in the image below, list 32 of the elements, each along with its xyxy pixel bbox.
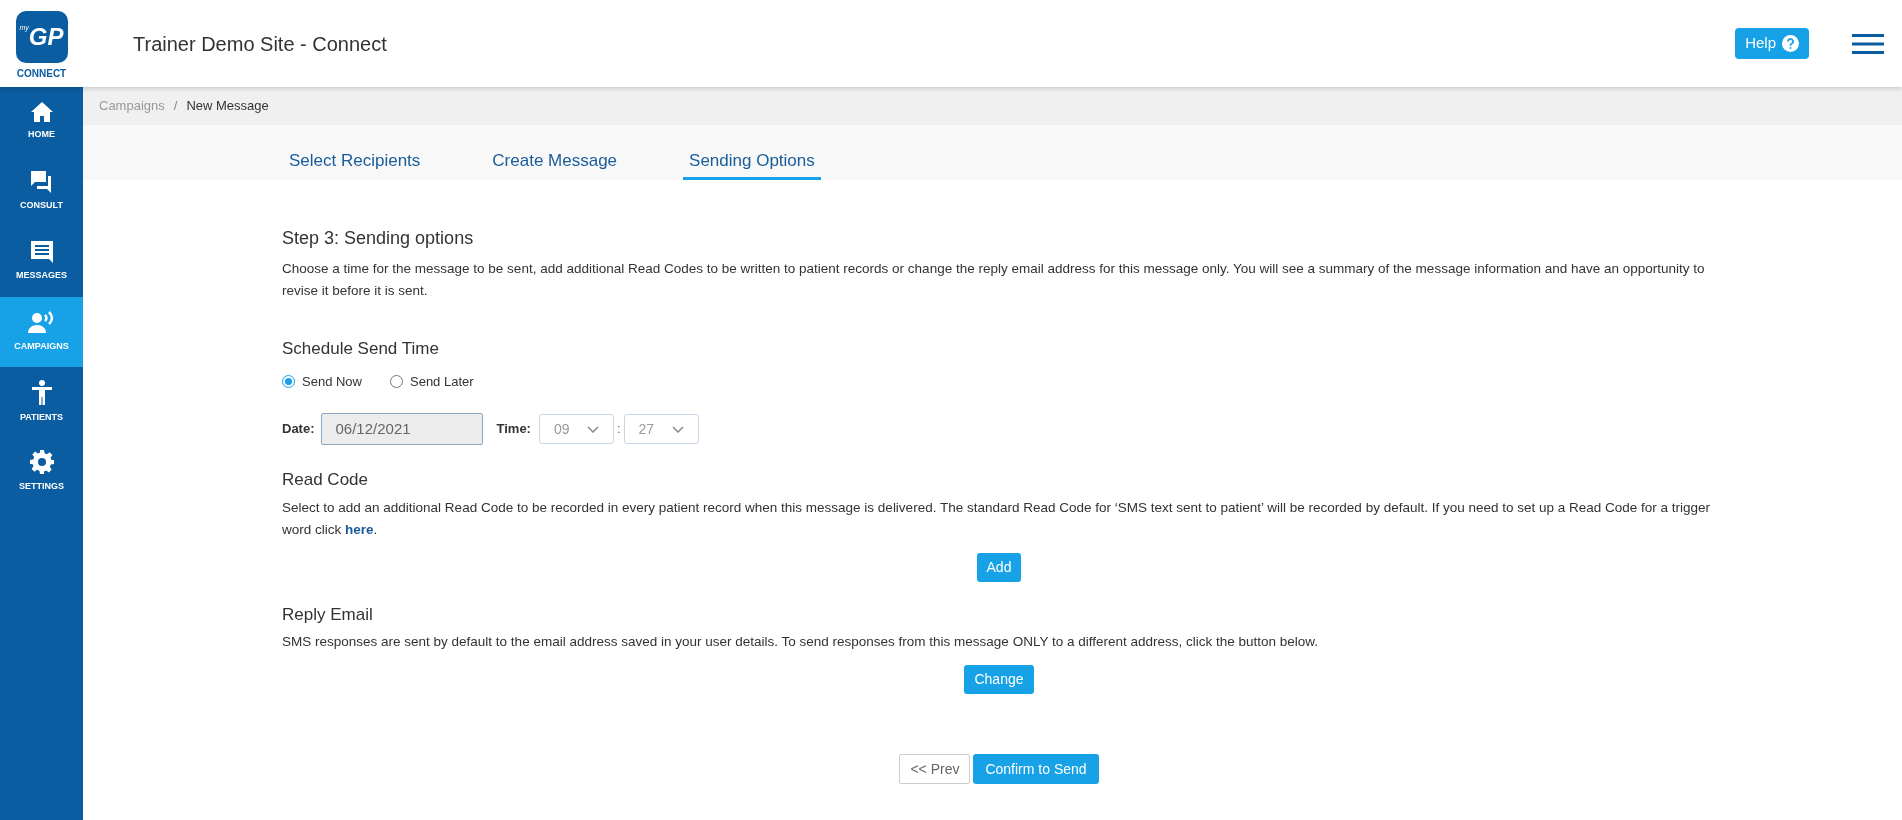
chevron-down-icon	[586, 425, 599, 433]
step-tab[interactable]: Select Recipients	[283, 147, 427, 180]
step-tab[interactable]: Create Message	[486, 147, 624, 180]
menu-icon[interactable]	[1852, 33, 1884, 54]
section-description: Select to add an additional Read Code to be recorded in every patient record when this message is delivered. The standard Read Code for ‘SMS text sent to patient’ will be recorded by default. If you need to set up a Read Code for a trigger word click here.	[282, 498, 1712, 539]
message-icon	[30, 241, 53, 264]
section-heading: Schedule Send Time	[282, 338, 440, 360]
person-icon	[31, 379, 52, 405]
home-icon	[30, 102, 53, 123]
section-description: Choose a time for the message to be sent, add additional Read Codes to be written to patient records or change the reply email address for this message only. You will see a summary of the message information and have an opportunity to revise it before it is sent.	[282, 260, 1706, 300]
site-title: Trainer Demo Site - Connect	[133, 31, 387, 57]
field-label: Time:	[496, 420, 531, 439]
radio-label: Send Later	[410, 372, 474, 391]
logo-caption: CONNECT	[16, 66, 67, 81]
person-speaking-icon	[28, 310, 55, 334]
chevron-down-icon	[671, 425, 684, 433]
breadcrumb-current: New Message	[186, 97, 269, 116]
logo-text: GP	[28, 21, 64, 52]
step-tab[interactable]: Sending Options	[683, 147, 821, 180]
prev-button[interactable]: << Prev	[899, 754, 971, 784]
here-link[interactable]: here	[345, 521, 374, 537]
time-separator: :	[616, 420, 621, 439]
settings-icon	[29, 450, 54, 475]
section-heading: Step 3: Sending options	[282, 227, 475, 250]
help-icon	[1782, 35, 1799, 52]
section-heading: Reply Email	[282, 603, 374, 626]
field-label: Date:	[282, 420, 315, 439]
section-heading: Read Code	[282, 469, 369, 491]
breadcrumb-separator: /	[173, 97, 178, 116]
section-description: SMS responses are sent by default to the email address saved in your user details. To send responses from this message ONLY to a different address, click the button below.	[282, 633, 1320, 651]
radio-label: Send Now	[302, 372, 362, 391]
chat-bubbles-icon	[30, 171, 53, 194]
